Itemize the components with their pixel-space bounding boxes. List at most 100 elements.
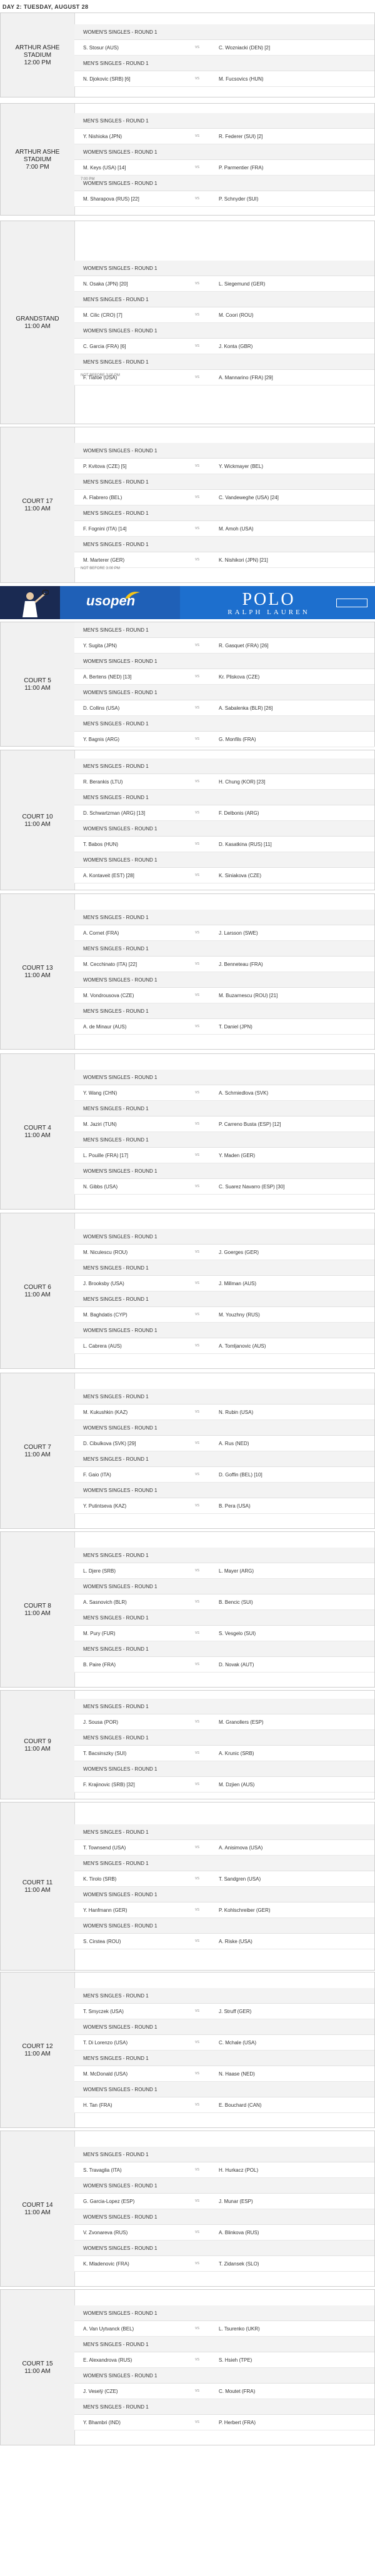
player-one[interactable]: T. Di Lorenzo (USA) — [83, 2040, 128, 2046]
player-two[interactable]: P. Herbert (FRA) — [219, 2420, 256, 2425]
match-row[interactable]: B. Paire (FRA) vs D. Novak (AUT) — [74, 1657, 374, 1673]
player-one[interactable]: F. Fognini (ITA) [14] — [83, 526, 127, 532]
match-row[interactable]: A. Sasnovich (BLR) vs B. Bencic (SUI) — [74, 1594, 374, 1610]
player-one[interactable]: T. Smyczek (USA) — [83, 2009, 124, 2014]
match-row[interactable]: F. Krajinovic (SRB) [32] vs M. Dzjien (AUS… — [74, 1777, 374, 1793]
player-two[interactable]: A. Riske (USA) — [219, 1939, 252, 1944]
match-row[interactable]: K. Mladenovic (FRA) vs T. Zidansek (SLO) — [74, 2256, 374, 2272]
match-row[interactable]: N. Gibbs (USA) vs C. Suarez Navarro (ESP) … — [74, 1179, 374, 1195]
match-row[interactable]: M. Vondrousova (CZE) vs M. Buzarnescu (ROU… — [74, 988, 374, 1003]
match-row[interactable]: A. Flabrero (BEL) vs C. Vandeweghe (USA) [… — [74, 490, 374, 505]
match-row[interactable]: D. Cibulkova (SVK) [29] vs A. Rus (NED) — [74, 1436, 374, 1451]
match-row[interactable]: Y. Putintseva (KAZ) vs B. Pera (USA) — [74, 1498, 374, 1514]
player-one[interactable]: M. Sharapova (RUS) [22] — [83, 196, 139, 202]
player-two[interactable]: M. Fucsovics (HUN) — [219, 76, 264, 82]
match-row[interactable]: M. Keys (USA) [14] vs P. Parmentier (FRA) — [74, 160, 374, 176]
match-row[interactable]: N. Djokovic (SRB) [6] vs M. Fucsovics (HUN… — [74, 71, 374, 87]
match-row[interactable]: M. Cilic (CRO) [7] vs M. Coori (ROU) — [74, 307, 374, 323]
match-row[interactable]: L. Pouille (FRA) [17] vs Y. Maden (GER) — [74, 1148, 374, 1163]
player-two[interactable]: D. Kasatkina (RUS) [11] — [219, 842, 272, 847]
player-two[interactable]: J. Millman (AUS) — [219, 1281, 256, 1286]
player-two[interactable]: C. Vandeweghe (USA) [24] — [219, 495, 279, 500]
player-one[interactable]: M. Keys (USA) [14] — [83, 165, 126, 171]
match-row[interactable]: M. Niculescu (ROU) vs J. Goerges (GER) — [74, 1245, 374, 1260]
player-two[interactable]: M. Dzjien (AUS) — [219, 1782, 254, 1788]
player-one[interactable]: D. Cibulkova (SVK) [29] — [83, 1441, 136, 1446]
match-row[interactable]: T. Di Lorenzo (USA) vs C. Mchale (USA) — [74, 2035, 374, 2051]
player-two[interactable]: A. Anisimova (USA) — [219, 1845, 262, 1851]
player-one[interactable]: L. Pouille (FRA) [17] — [83, 1153, 128, 1158]
player-two[interactable]: T. Daniel (JPN) — [219, 1024, 252, 1030]
match-row[interactable]: C. Garcia (FRA) [6] vs J. Konta (GBR) — [74, 339, 374, 354]
player-two[interactable]: K. Siniakova (CZE) — [219, 873, 261, 878]
player-one[interactable]: S. Stosur (AUS) — [83, 45, 119, 51]
player-one[interactable]: T. Babos (HUN) — [83, 842, 118, 847]
match-row[interactable]: A. Cornet (FRA) vs J. Larsson (SWE) — [74, 925, 374, 941]
match-row[interactable]: M. McDonald (USA) vs N. Haase (NED) — [74, 2066, 374, 2082]
player-two[interactable]: M. Granollers (ESP) — [219, 1719, 264, 1725]
player-one[interactable]: M. Pury (FUR) — [83, 1631, 116, 1636]
player-one[interactable]: H. Tan (FRA) — [83, 2102, 112, 2108]
player-one[interactable]: F. Gaio (ITA) — [83, 1472, 111, 1478]
player-two[interactable]: H. Hurkacz (POL) — [219, 2167, 258, 2173]
match-row[interactable]: Y. Sugita (JPN) vs R. Gasquet (FRA) [26] — [74, 638, 374, 654]
player-one[interactable]: M. Marterer (GER) — [83, 557, 124, 563]
player-two[interactable]: B. Bencic (SUI) — [219, 1599, 253, 1605]
match-row[interactable]: J. Veselý (CZE) vs C. Moutet (FRA) — [74, 2384, 374, 2399]
player-one[interactable]: E. Alexandrova (RUS) — [83, 2357, 132, 2363]
player-one[interactable]: B. Paire (FRA) — [83, 1662, 116, 1668]
player-one[interactable]: Y. Wang (CHN) — [83, 1090, 117, 1096]
match-row[interactable]: S. Travaglia (ITA) vs H. Hurkacz (POL) — [74, 2162, 374, 2178]
player-two[interactable]: T. Zidansek (SLO) — [219, 2261, 259, 2267]
match-row[interactable]: Y. Bhambri (IND) vs P. Herbert (FRA) — [74, 2415, 374, 2430]
match-row[interactable]: D. Schwartzman (ARG) [13] vs F. Delbonis (… — [74, 805, 374, 821]
player-one[interactable]: A. Kontaveit (EST) [28] — [83, 873, 134, 878]
match-row[interactable]: T. Bacsinszky (SUI) vs A. Krunic (SRB) — [74, 1746, 374, 1761]
player-one[interactable]: A. de Minaur (AUS) — [83, 1024, 126, 1030]
player-one[interactable]: L. Djere (SRB) — [83, 1568, 116, 1574]
player-two[interactable]: B. Pera (USA) — [219, 1503, 251, 1509]
player-two[interactable]: R. Federer (SUI) [2] — [219, 134, 262, 139]
player-two[interactable]: A. Krunic (SRB) — [219, 1751, 254, 1756]
player-one[interactable]: N. Osaka (JPN) [20] — [83, 281, 128, 287]
player-one[interactable]: M. Kukushkin (KAZ) — [83, 1410, 128, 1415]
player-one[interactable]: D. Schwartzman (ARG) [13] — [83, 810, 145, 816]
player-one[interactable]: K. Mladenovic (FRA) — [83, 2261, 129, 2267]
player-two[interactable]: D. Novak (AUT) — [219, 1662, 254, 1668]
player-one[interactable]: M. Niculescu (ROU) — [83, 1250, 128, 1255]
player-two[interactable]: A. Tomljanovic (AUS) — [219, 1343, 266, 1349]
shop-now-button[interactable] — [336, 599, 368, 607]
player-two[interactable]: H. Chung (KOR) [23] — [219, 779, 265, 785]
match-row[interactable]: Y. Nishioka (JPN) vs R. Federer (SUI) [2] — [74, 129, 374, 144]
player-two[interactable]: L. Tsurenko (UKR) — [219, 2326, 260, 2332]
player-one[interactable]: L. Cabrera (AUS) — [83, 1343, 122, 1349]
match-row[interactable]: A. de Minaur (AUS) vs T. Daniel (JPN) — [74, 1019, 374, 1035]
match-row[interactable]: A. Bertens (NED) [13] vs Kr. Pliskova (CZE… — [74, 669, 374, 685]
match-row[interactable]: S. Stosur (AUS) vs C. Wozniacki (DEN) [2] — [74, 40, 374, 56]
player-one[interactable]: J. Sousa (POR) — [83, 1719, 118, 1725]
player-one[interactable]: A. Bertens (NED) [13] — [83, 674, 131, 680]
match-row[interactable]: A. Van Uytvanck (BEL) vs L. Tsurenko (UKR) — [74, 2321, 374, 2337]
match-row[interactable]: M. Marterer (GER) vs K. Nishikori (JPN) [2… — [74, 552, 374, 568]
player-one[interactable]: S. Travaglia (ITA) — [83, 2167, 122, 2173]
player-two[interactable]: C. Moutet (FRA) — [219, 2389, 255, 2394]
player-one[interactable]: M. Jaziri (TUN) — [83, 1121, 117, 1127]
match-row[interactable]: G. Garcia-Lopez (ESP) vs J. Munar (ESP) — [74, 2194, 374, 2209]
player-two[interactable]: J. Struff (GER) — [219, 2009, 251, 2014]
match-row[interactable]: T. Townsend (USA) vs A. Anisimova (USA) — [74, 1840, 374, 1856]
player-two[interactable]: A. Sabalenka (BLR) [26] — [219, 705, 272, 711]
player-two[interactable]: M. Amoh (USA) — [219, 526, 254, 532]
player-one[interactable]: C. Garcia (FRA) [6] — [83, 344, 126, 349]
player-two[interactable]: L. Siegemund (GER) — [219, 281, 265, 287]
player-two[interactable]: J. Munar (ESP) — [219, 2199, 253, 2204]
player-one[interactable]: M. Cilic (CRO) [7] — [83, 312, 122, 318]
player-two[interactable]: A. Blinkova (RUS) — [219, 2230, 259, 2235]
player-two[interactable]: Y. Maden (GER) — [219, 1153, 255, 1158]
match-row[interactable]: K. Tirolo (SRB) vs T. Sandgren (USA) — [74, 1871, 374, 1887]
player-two[interactable]: C. Suarez Navarro (ESP) [30] — [219, 1184, 284, 1190]
player-two[interactable]: P. Kohlschreiber (GER) — [219, 1907, 271, 1913]
match-row[interactable]: M. Jaziri (TUN) vs P. Carreno Busta (ESP) … — [74, 1116, 374, 1132]
match-row[interactable]: F. Gaio (ITA) vs D. Goffin (BEL) [10] — [74, 1467, 374, 1483]
player-one[interactable]: M. Vondrousova (CZE) — [83, 993, 134, 998]
player-one[interactable]: F. Krajinovic (SRB) [32] — [83, 1782, 135, 1788]
